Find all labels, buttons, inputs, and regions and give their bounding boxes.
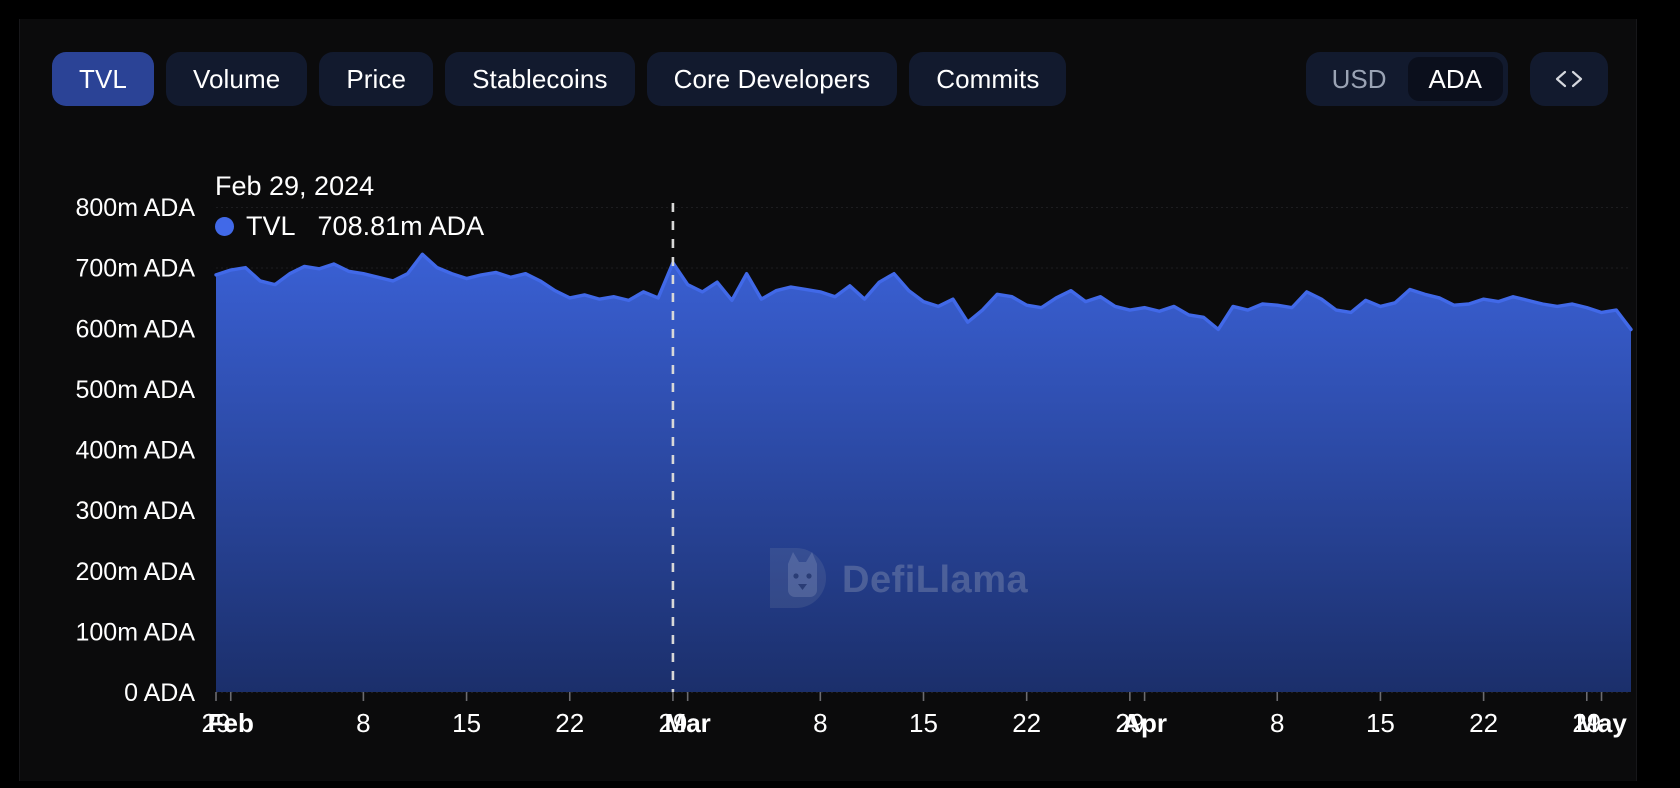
y-axis-tick-label: 700m ADA <box>75 255 195 283</box>
y-axis-tick-label: 0 ADA <box>124 679 195 707</box>
x-axis-tick-label: 15 <box>1366 708 1395 738</box>
tvl-area-fill <box>216 254 1631 692</box>
tab-price[interactable]: Price <box>319 52 433 106</box>
y-axis-tick-label: 500m ADA <box>75 376 195 404</box>
x-axis-tick-label: 15 <box>909 708 938 738</box>
unit-toggle: USD ADA <box>1306 52 1508 106</box>
tab-commits[interactable]: Commits <box>909 52 1066 106</box>
x-axis-tick-label: 8 <box>813 708 827 738</box>
tab-volume[interactable]: Volume <box>166 52 307 106</box>
chart-toolbar: TVL Volume Price Stablecoins Core Develo… <box>20 51 1638 107</box>
tab-core-developers[interactable]: Core Developers <box>647 52 898 106</box>
x-axis-tick-label: 8 <box>1270 708 1284 738</box>
x-axis-tick-label: 15 <box>452 708 481 738</box>
x-axis-tick-label: 22 <box>1469 708 1498 738</box>
y-axis-tick-label: 800m ADA <box>75 194 195 222</box>
y-axis-tick-label: 400m ADA <box>75 437 195 465</box>
x-axis-tick-label: Apr <box>1122 708 1167 738</box>
code-brackets-icon <box>1552 67 1586 91</box>
x-axis-tick-label: 22 <box>555 708 584 738</box>
x-axis-tick-label: May <box>1576 708 1627 738</box>
chart-page: TVL Volume Price Stablecoins Core Develo… <box>0 0 1680 788</box>
x-axis-tick-label: 22 <box>1012 708 1041 738</box>
y-axis-tick-label: 200m ADA <box>75 558 195 586</box>
x-axis-tick-label: Feb <box>208 708 254 738</box>
tvl-area-chart[interactable]: 0 ADA 100m ADA 200m ADA 300m ADA 400m ADA 500… <box>20 129 1638 779</box>
x-axis-tick-label: Mar <box>665 708 711 738</box>
y-axis-tick-label: 300m ADA <box>75 497 195 525</box>
unit-option-ada[interactable]: ADA <box>1408 57 1503 101</box>
tab-stablecoins[interactable]: Stablecoins <box>445 52 635 106</box>
y-axis-tick-label: 600m ADA <box>75 315 195 343</box>
y-axis-tick-label: 100m ADA <box>75 618 195 646</box>
tab-tvl[interactable]: TVL <box>52 52 154 106</box>
x-axis-tick-label: 8 <box>356 708 370 738</box>
chart-card: TVL Volume Price Stablecoins Core Develo… <box>19 19 1637 781</box>
unit-option-usd[interactable]: USD <box>1311 57 1408 101</box>
chart-area[interactable]: 0 ADA 100m ADA 200m ADA 300m ADA 400m ADA 500… <box>20 129 1638 779</box>
embed-code-button[interactable] <box>1530 52 1608 106</box>
